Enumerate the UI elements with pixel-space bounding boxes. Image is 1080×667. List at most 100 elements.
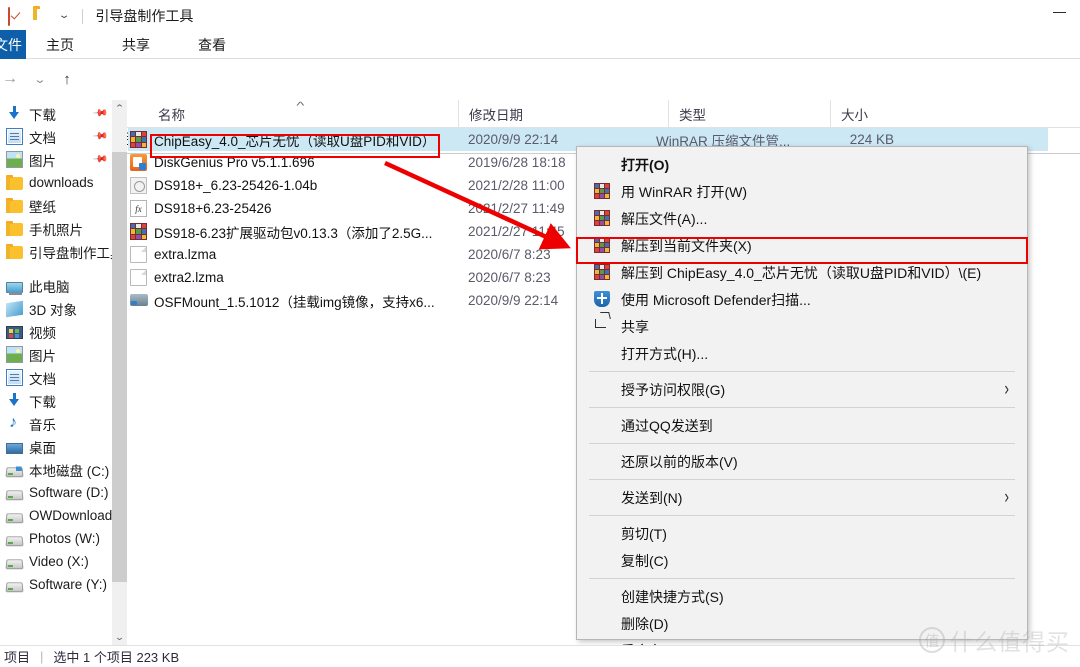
menu-item-15[interactable]: 删除(D) bbox=[577, 610, 1027, 637]
menu-separator bbox=[589, 515, 1015, 516]
menu-item-label: 打开(O) bbox=[621, 156, 670, 173]
column-header-row: 名称 ^ 修改日期 类型 大小 bbox=[0, 100, 1080, 128]
winrar-archive-icon bbox=[130, 131, 147, 148]
menu-item-11[interactable]: 发送到(N) › bbox=[577, 484, 1027, 511]
menu-item-8[interactable]: 授予访问权限(G) › bbox=[577, 376, 1027, 403]
osfmount-icon bbox=[130, 294, 148, 306]
file-name: ChipEasy_4.0_芯片无忧（读取U盘PID和VID） bbox=[154, 133, 436, 149]
file-date-modified: 2020/9/9 22:14 bbox=[468, 132, 559, 147]
pin-icon[interactable]: 📌 bbox=[91, 151, 108, 168]
sidebar-item-15[interactable]: 本地磁盘 (C:) bbox=[0, 458, 112, 481]
scroll-down-icon[interactable]: ⌄ bbox=[109, 629, 130, 645]
sidebar-item-label: 本地磁盘 (C:) bbox=[29, 463, 110, 479]
tab-view[interactable]: 查看 bbox=[188, 30, 236, 59]
navigation-toolbar: → ⌄ ↑ › 引导盘制作工具 ⌄ ↻ 搜索"引导盘制作工具" bbox=[0, 60, 1080, 154]
blank-file-icon bbox=[130, 246, 147, 263]
scroll-up-icon[interactable]: ⌃ bbox=[109, 100, 130, 116]
column-label-date: 修改日期 bbox=[469, 107, 523, 123]
sidebar-item-9[interactable]: 视频 bbox=[0, 320, 112, 343]
menu-item-9[interactable]: 通过QQ发送到 bbox=[577, 412, 1027, 439]
share-icon bbox=[595, 319, 606, 328]
column-label-type: 类型 bbox=[679, 107, 706, 123]
forward-button[interactable]: → bbox=[0, 69, 20, 89]
sidebar-item-12[interactable]: 下载 bbox=[0, 389, 112, 412]
sidebar-item-14[interactable]: 桌面 bbox=[0, 435, 112, 458]
drive-icon bbox=[5, 489, 24, 500]
sidebar-item-7[interactable]: 此电脑 bbox=[0, 274, 112, 297]
sidebar-item-18[interactable]: Photos (W:) bbox=[0, 527, 112, 550]
menu-item-13[interactable]: 复制(C) bbox=[577, 547, 1027, 574]
menu-item-4[interactable]: 解压到 ChipEasy_4.0_芯片无忧（读取U盘PID和VID）\(E) bbox=[577, 259, 1027, 286]
sidebar-item-8[interactable]: 3D 对象 bbox=[0, 297, 112, 320]
minimize-button[interactable] bbox=[1053, 12, 1066, 13]
menu-item-label: 发送到(N) bbox=[621, 489, 683, 506]
sidebar-item-16[interactable]: Software (D:) bbox=[0, 481, 112, 504]
menu-item-0[interactable]: 打开(O) bbox=[577, 151, 1027, 178]
menu-item-label: 打开方式(H)... bbox=[621, 345, 709, 362]
sidebar-item-13[interactable]: 音乐 bbox=[0, 412, 112, 435]
sidebar-item-5[interactable]: 手机照片 bbox=[0, 217, 112, 240]
file-name: extra.lzma bbox=[154, 247, 217, 262]
folder-icon bbox=[6, 244, 23, 259]
menu-item-7[interactable]: 打开方式(H)... bbox=[577, 340, 1027, 367]
column-label-size: 大小 bbox=[841, 107, 868, 123]
picture-icon bbox=[6, 151, 23, 168]
pin-icon[interactable]: 📌 bbox=[91, 105, 108, 122]
column-header-date[interactable]: 修改日期 bbox=[458, 100, 668, 127]
pin-icon[interactable]: 📌 bbox=[91, 128, 108, 145]
up-button[interactable]: ↑ bbox=[57, 69, 77, 89]
menu-item-5[interactable]: 使用 Microsoft Defender扫描... bbox=[577, 286, 1027, 313]
new-folder-icon[interactable] bbox=[33, 8, 50, 25]
sidebar-item-4[interactable]: 壁纸 bbox=[0, 194, 112, 217]
menu-item-14[interactable]: 创建快捷方式(S) bbox=[577, 583, 1027, 610]
sidebar-item-6[interactable]: 引导盘制作工具 bbox=[0, 240, 112, 263]
menu-separator bbox=[589, 479, 1015, 480]
scrollbar-thumb[interactable] bbox=[112, 152, 127, 582]
tab-file[interactable]: 文件 bbox=[0, 30, 26, 59]
sidebar-item-1[interactable]: 文档 📌 bbox=[0, 125, 112, 148]
download-icon bbox=[6, 392, 23, 409]
sidebar-item-label: downloads bbox=[29, 175, 94, 190]
menu-item-10[interactable]: 还原以前的版本(V) bbox=[577, 448, 1027, 475]
column-header-type[interactable]: 类型 bbox=[668, 100, 830, 127]
drive-icon bbox=[5, 581, 24, 592]
title-bar: ⌄ 引导盘制作工具 bbox=[0, 0, 1080, 30]
file-name: extra2.lzma bbox=[154, 270, 224, 285]
sidebar-item-19[interactable]: Video (X:) bbox=[0, 550, 112, 573]
quick-access-toolbar: ⌄ 引导盘制作工具 bbox=[8, 6, 193, 26]
menu-item-3[interactable]: 解压到当前文件夹(X) bbox=[577, 232, 1027, 259]
menu-item-label: 用 WinRAR 打开(W) bbox=[621, 183, 747, 200]
sidebar-item-20[interactable]: Software (Y:) bbox=[0, 573, 112, 596]
navigation-pane-scrollbar[interactable]: ⌃ ⌄ bbox=[112, 100, 127, 645]
column-header-size[interactable]: 大小 bbox=[830, 100, 880, 127]
file-date-modified: 2021/2/27 11:45 bbox=[468, 224, 565, 239]
sidebar-item-label: 图片 bbox=[29, 348, 56, 364]
menu-item-6[interactable]: 共享 bbox=[577, 313, 1027, 340]
chevron-down-icon[interactable]: ⌄ bbox=[58, 11, 71, 21]
properties-icon[interactable] bbox=[8, 6, 25, 26]
sidebar-item-10[interactable]: 图片 bbox=[0, 343, 112, 366]
sidebar-item-label: Software (D:) bbox=[29, 485, 109, 500]
file-date-modified: 2021/2/27 11:49 bbox=[468, 201, 565, 216]
sidebar-item-label: 此电脑 bbox=[29, 279, 70, 295]
sidebar-item-label: OWDownload ( bbox=[29, 508, 112, 523]
column-header-name[interactable]: 名称 ^ bbox=[148, 100, 458, 127]
menu-item-1[interactable]: 用 WinRAR 打开(W) bbox=[577, 178, 1027, 205]
recent-locations-button[interactable]: ⌄ bbox=[26, 69, 54, 89]
menu-item-2[interactable]: 解压文件(A)... bbox=[577, 205, 1027, 232]
status-selection-info: 选中 1 个项目 223 KB bbox=[53, 650, 180, 665]
sidebar-item-11[interactable]: 文档 bbox=[0, 366, 112, 389]
sidebar-item-17[interactable]: OWDownload ( bbox=[0, 504, 112, 527]
sidebar-item-0[interactable]: 下载 📌 bbox=[0, 102, 112, 125]
sort-ascending-icon: ^ bbox=[296, 101, 305, 112]
sidebar-item-3[interactable]: downloads bbox=[0, 171, 112, 194]
tab-home[interactable]: 主页 bbox=[36, 30, 84, 59]
defender-shield-icon bbox=[594, 291, 610, 307]
sidebar-item-label: 桌面 bbox=[29, 440, 56, 456]
music-icon bbox=[6, 414, 23, 432]
menu-item-label: 解压到 ChipEasy_4.0_芯片无忧（读取U盘PID和VID）\(E) bbox=[621, 264, 982, 281]
sidebar-item-2[interactable]: 图片 📌 bbox=[0, 148, 112, 171]
menu-item-12[interactable]: 剪切(T) bbox=[577, 520, 1027, 547]
tab-share[interactable]: 共享 bbox=[112, 30, 160, 59]
sidebar-item-label: 图片 bbox=[29, 153, 56, 169]
